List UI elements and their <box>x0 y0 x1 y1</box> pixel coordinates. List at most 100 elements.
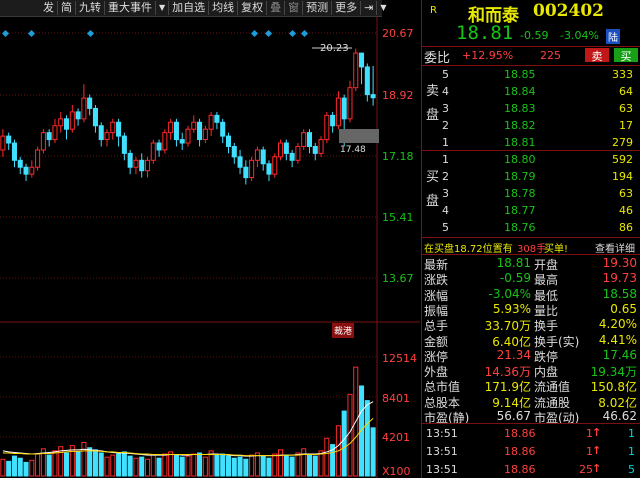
candle-body <box>150 142 156 161</box>
stat-value: 4.20% <box>598 317 637 332</box>
toolbar-item-major-events[interactable]: 重大事件 <box>105 1 156 15</box>
volume-bar <box>197 452 203 477</box>
event-marker[interactable] <box>1 29 10 38</box>
toolbar-item-forecast[interactable]: 预测 <box>303 1 333 15</box>
volume-bar <box>312 455 318 477</box>
candle-body <box>35 149 41 168</box>
event-marker[interactable] <box>250 29 259 38</box>
event-marker[interactable] <box>300 29 309 38</box>
order-book-row[interactable]: 4 18.84 64 <box>422 83 640 100</box>
book-price: 18.79 <box>504 170 536 183</box>
sell-side-label: 卖盘 <box>426 84 440 123</box>
volume-bar <box>87 447 93 477</box>
event-marker[interactable] <box>288 29 297 38</box>
tick-time: 13:51 <box>426 445 458 458</box>
candle-body <box>197 121 203 141</box>
volume-bar <box>75 451 81 477</box>
commission-row: 委比 +12.95% 225 卖 买 <box>422 47 640 66</box>
kline-chart[interactable]: 20.67 18.92 17.18 15.41 13.67 12514 8401… <box>0 17 420 478</box>
book-volume: 592 <box>612 153 633 166</box>
notice-row: 在买盘18.72位置有 308手 买单! 查看详细 <box>422 238 640 255</box>
tick-count: 5 <box>628 463 635 476</box>
event-marker[interactable] <box>27 29 36 38</box>
stat-value: 19.73 <box>602 271 637 286</box>
order-book-row[interactable]: 5 18.76 86 <box>422 219 640 236</box>
volume-tick: 8401 <box>382 392 410 405</box>
candle-body <box>185 128 191 144</box>
toolbar-item-adjust[interactable]: 复权 <box>238 1 268 15</box>
candle-body <box>92 107 98 127</box>
notice-action: 买单! <box>544 244 569 255</box>
volume-bar <box>156 457 162 477</box>
commission-label: 委比 <box>424 51 451 66</box>
tag-label: 裁港 <box>334 325 352 337</box>
toolbar-item-window[interactable]: 窗 <box>285 1 304 15</box>
up-arrow-icon: ↑ <box>592 444 602 457</box>
volume-bar <box>191 453 197 477</box>
tick-count: 1 <box>628 427 635 440</box>
toolbar-item-fa[interactable]: 发 <box>40 1 58 15</box>
toolbar-item-jiuzhuan[interactable]: 九转 <box>76 1 105 15</box>
quote-header: R 和而泰 002402 <box>422 0 640 26</box>
candle-body <box>29 166 35 175</box>
order-book-row[interactable]: 2 18.82 17 <box>422 117 640 134</box>
event-marker[interactable] <box>264 29 273 38</box>
candle-body <box>191 121 197 130</box>
order-book-row[interactable]: 4 18.77 46 <box>422 202 640 219</box>
stat-value: 46.62 <box>602 409 637 423</box>
candle-body <box>283 142 289 154</box>
tick-volume: 25 <box>579 463 593 476</box>
candle-body <box>301 132 307 147</box>
stat-value: 19.30 <box>602 256 637 270</box>
candle-body <box>98 125 104 141</box>
order-book-row[interactable]: 1 18.80 592 <box>422 151 640 168</box>
toolbar-item-add-watchlist[interactable]: 加自选 <box>169 1 210 15</box>
candle-body <box>156 142 162 151</box>
price-tick: 13.67 <box>382 272 414 285</box>
dropdown-icon[interactable]: ▼ <box>377 1 389 15</box>
candle-body <box>87 97 93 109</box>
buy-button[interactable]: 买 <box>614 48 638 63</box>
candle-body <box>289 152 295 161</box>
candle-body <box>330 114 336 127</box>
price-tick: 17.18 <box>382 150 414 163</box>
notice-detail-link[interactable]: 查看详细 <box>595 240 635 255</box>
stat-value: 21.34 <box>496 347 531 362</box>
order-book-row[interactable]: 2 18.79 194 <box>422 168 640 185</box>
low-label: 17.48 <box>340 145 366 155</box>
tick-count: 1 <box>628 445 635 458</box>
toolbar-item-jian[interactable]: 简 <box>58 1 76 15</box>
candle-body <box>133 159 139 168</box>
volume-bar <box>104 456 110 477</box>
up-arrow-icon: ↑ <box>592 462 602 475</box>
buy-side-label: 买盘 <box>426 170 440 209</box>
high-label: 20.23 <box>320 43 349 54</box>
event-marker[interactable] <box>86 29 95 38</box>
toolbar-item-overlay[interactable]: 叠 <box>267 1 286 15</box>
candle-body <box>173 121 179 141</box>
order-book-row[interactable]: 5 18.85 333 <box>422 66 640 83</box>
stat-value: 4.41% <box>598 332 637 347</box>
toolbar-item-more[interactable]: 更多 <box>332 1 362 15</box>
volume-tick: 12514 <box>382 352 417 365</box>
volume-bar <box>214 454 220 477</box>
chart-toolbar: 发 简 九转 重大事件 ▼ 加自选 均线 复权 叠 窗 预测 更多 ⇥ ▼ <box>0 0 387 17</box>
sell-button[interactable]: 卖 <box>585 48 609 63</box>
order-book-row[interactable]: 1 18.81 279 <box>422 134 640 151</box>
volume-bar <box>52 450 58 477</box>
expand-arrow-icon[interactable]: ⇥ <box>361 1 378 15</box>
book-volume: 64 <box>619 85 633 98</box>
volume-bar <box>254 452 260 477</box>
dropdown-icon[interactable]: ▼ <box>156 1 170 15</box>
tick-row: 13:51 18.86 25 ↑ 5 <box>422 461 640 478</box>
order-book-row[interactable]: 3 18.78 63 <box>422 185 640 202</box>
volume-bar <box>370 427 376 477</box>
notice-prefix: 在买盘18.72位置有 <box>424 244 513 255</box>
candle-body <box>272 156 278 175</box>
volume-bar <box>266 457 272 477</box>
candle-body <box>202 128 208 141</box>
toolbar-item-moving-average[interactable]: 均线 <box>209 1 239 15</box>
order-book-row[interactable]: 3 18.83 63 <box>422 100 640 117</box>
volume-bar <box>249 454 255 477</box>
book-level: 4 <box>442 85 449 98</box>
